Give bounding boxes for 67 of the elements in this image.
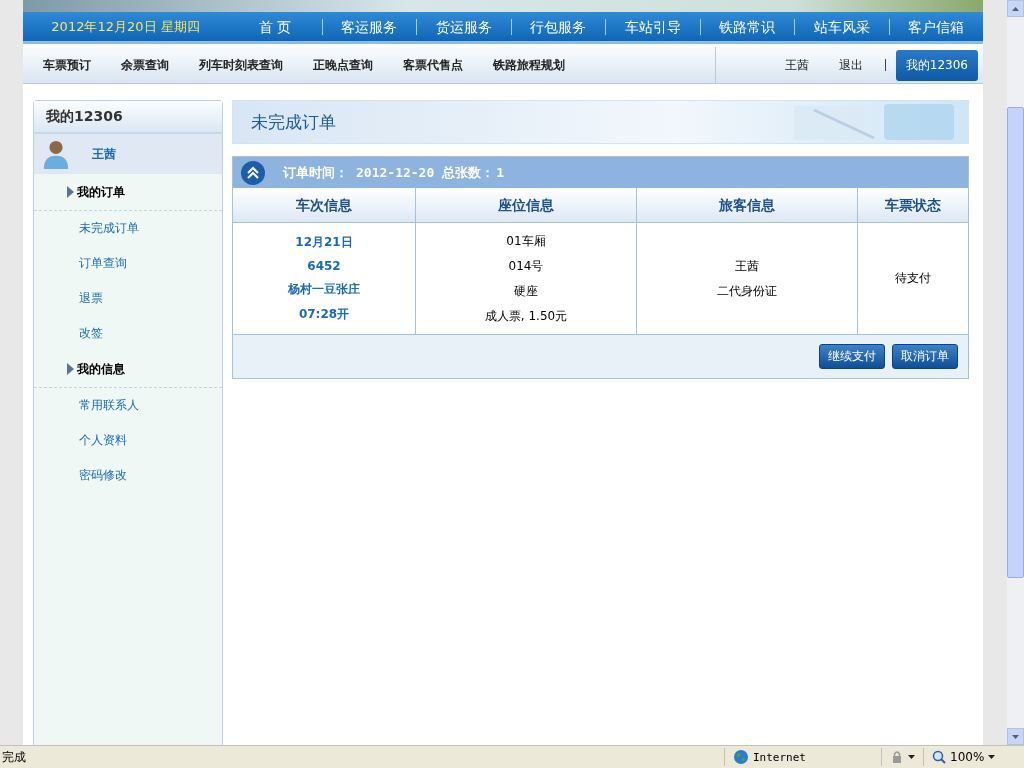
sidebar-link[interactable]: 未完成订单	[34, 211, 222, 246]
zoom-level-text[interactable]: 100%	[950, 750, 985, 764]
dropdown-arrow-icon[interactable]	[908, 755, 915, 759]
my-account-tab[interactable]: 我的12306	[895, 49, 978, 81]
dropdown-arrow-icon[interactable]	[988, 755, 996, 759]
nav-link[interactable]: 首 页	[228, 18, 322, 35]
up-arrow-icon	[1012, 6, 1019, 11]
sidebar-link[interactable]: 退票	[34, 281, 222, 316]
user-name: 王茜	[784, 56, 809, 74]
triangle-icon	[67, 186, 74, 198]
nav-link[interactable]: 铁路常识	[699, 18, 794, 35]
column-header: 旅客信息	[637, 188, 858, 223]
user-name: 王茜	[92, 145, 116, 163]
nav-link[interactable]: 货运服务	[416, 18, 511, 35]
column-header: 车次信息	[233, 188, 416, 223]
sidebar-section-title: 我的订单	[77, 183, 125, 201]
scrollbar[interactable]	[1007, 0, 1024, 745]
train-info-text: 07:28开	[298, 306, 350, 323]
passenger-info-text: 二代身份证	[717, 282, 777, 300]
sidebar-section-title: 我的信息	[77, 360, 125, 378]
sidebar-link[interactable]: 改签	[34, 316, 222, 351]
train-info-text: 6452	[307, 259, 341, 273]
seat-info-text: 014号	[508, 257, 544, 275]
sidebar-link[interactable]: 密码修改	[34, 458, 222, 493]
sub-nav-link[interactable]: 余票查询	[121, 56, 169, 74]
sub-nav-link[interactable]: 列车时刻表查询	[199, 56, 283, 74]
scroll-thumb[interactable]	[1007, 107, 1024, 578]
date-text: 2012年12月20日 星期四	[50, 17, 201, 36]
train-info-text: 12月21日	[295, 234, 353, 251]
column-header: 座位信息	[416, 188, 637, 223]
passenger-info-text: 王茜	[735, 257, 759, 275]
seat-info-text: 成人票, 1.50元	[484, 307, 568, 325]
column-header: 车票状态	[858, 188, 968, 223]
sub-nav-link[interactable]: 车票预订	[43, 56, 91, 74]
scroll-up-button[interactable]	[1007, 0, 1024, 17]
nav-link[interactable]: 车站引导	[605, 18, 700, 35]
sidebar-link[interactable]: 个人资料	[34, 423, 222, 458]
order-action-button[interactable]: 取消订单	[892, 344, 958, 369]
sidebar-link[interactable]: 订单查询	[34, 246, 222, 281]
nav-link[interactable]: 客运服务	[321, 18, 416, 35]
status-text: 完成	[1, 748, 26, 766]
logout-link[interactable]: 退出	[838, 56, 863, 74]
sidebar-title: 我的12306	[34, 101, 222, 134]
seat-info-text: 硬座	[514, 282, 538, 300]
collapse-icon[interactable]	[241, 160, 265, 185]
user-silhouette-icon	[42, 138, 70, 170]
sub-nav-link[interactable]: 正晚点查询	[313, 56, 373, 74]
order-time-label: 订单时间：	[283, 163, 348, 182]
security-zone-text: Internet	[753, 750, 806, 764]
order-time: 2012-12-20	[356, 165, 435, 180]
scroll-down-button[interactable]	[1007, 728, 1024, 745]
down-arrow-icon	[1012, 734, 1019, 739]
seat-info-text: 01车厢	[506, 232, 546, 250]
sub-nav-link[interactable]: 客票代售点	[403, 56, 463, 74]
triangle-icon	[67, 363, 74, 375]
globe-icon	[733, 749, 749, 765]
train-info-text: 杨村一豆张庄	[288, 281, 360, 298]
page-title: 未完成订单	[250, 110, 336, 134]
ticket-count-label: 总张数：	[442, 163, 495, 182]
sub-nav-link[interactable]: 铁路旅程规划	[493, 56, 565, 74]
ticket-count: 1	[496, 165, 505, 180]
nav-link[interactable]: 行包服务	[510, 18, 605, 35]
zoom-icon[interactable]	[932, 750, 946, 764]
order-action-button[interactable]: 继续支付	[819, 344, 885, 369]
ticket-status-text: 待支付	[895, 270, 931, 287]
nav-link[interactable]: 站车风采	[794, 18, 889, 35]
sidebar-link[interactable]: 常用联系人	[34, 388, 222, 423]
